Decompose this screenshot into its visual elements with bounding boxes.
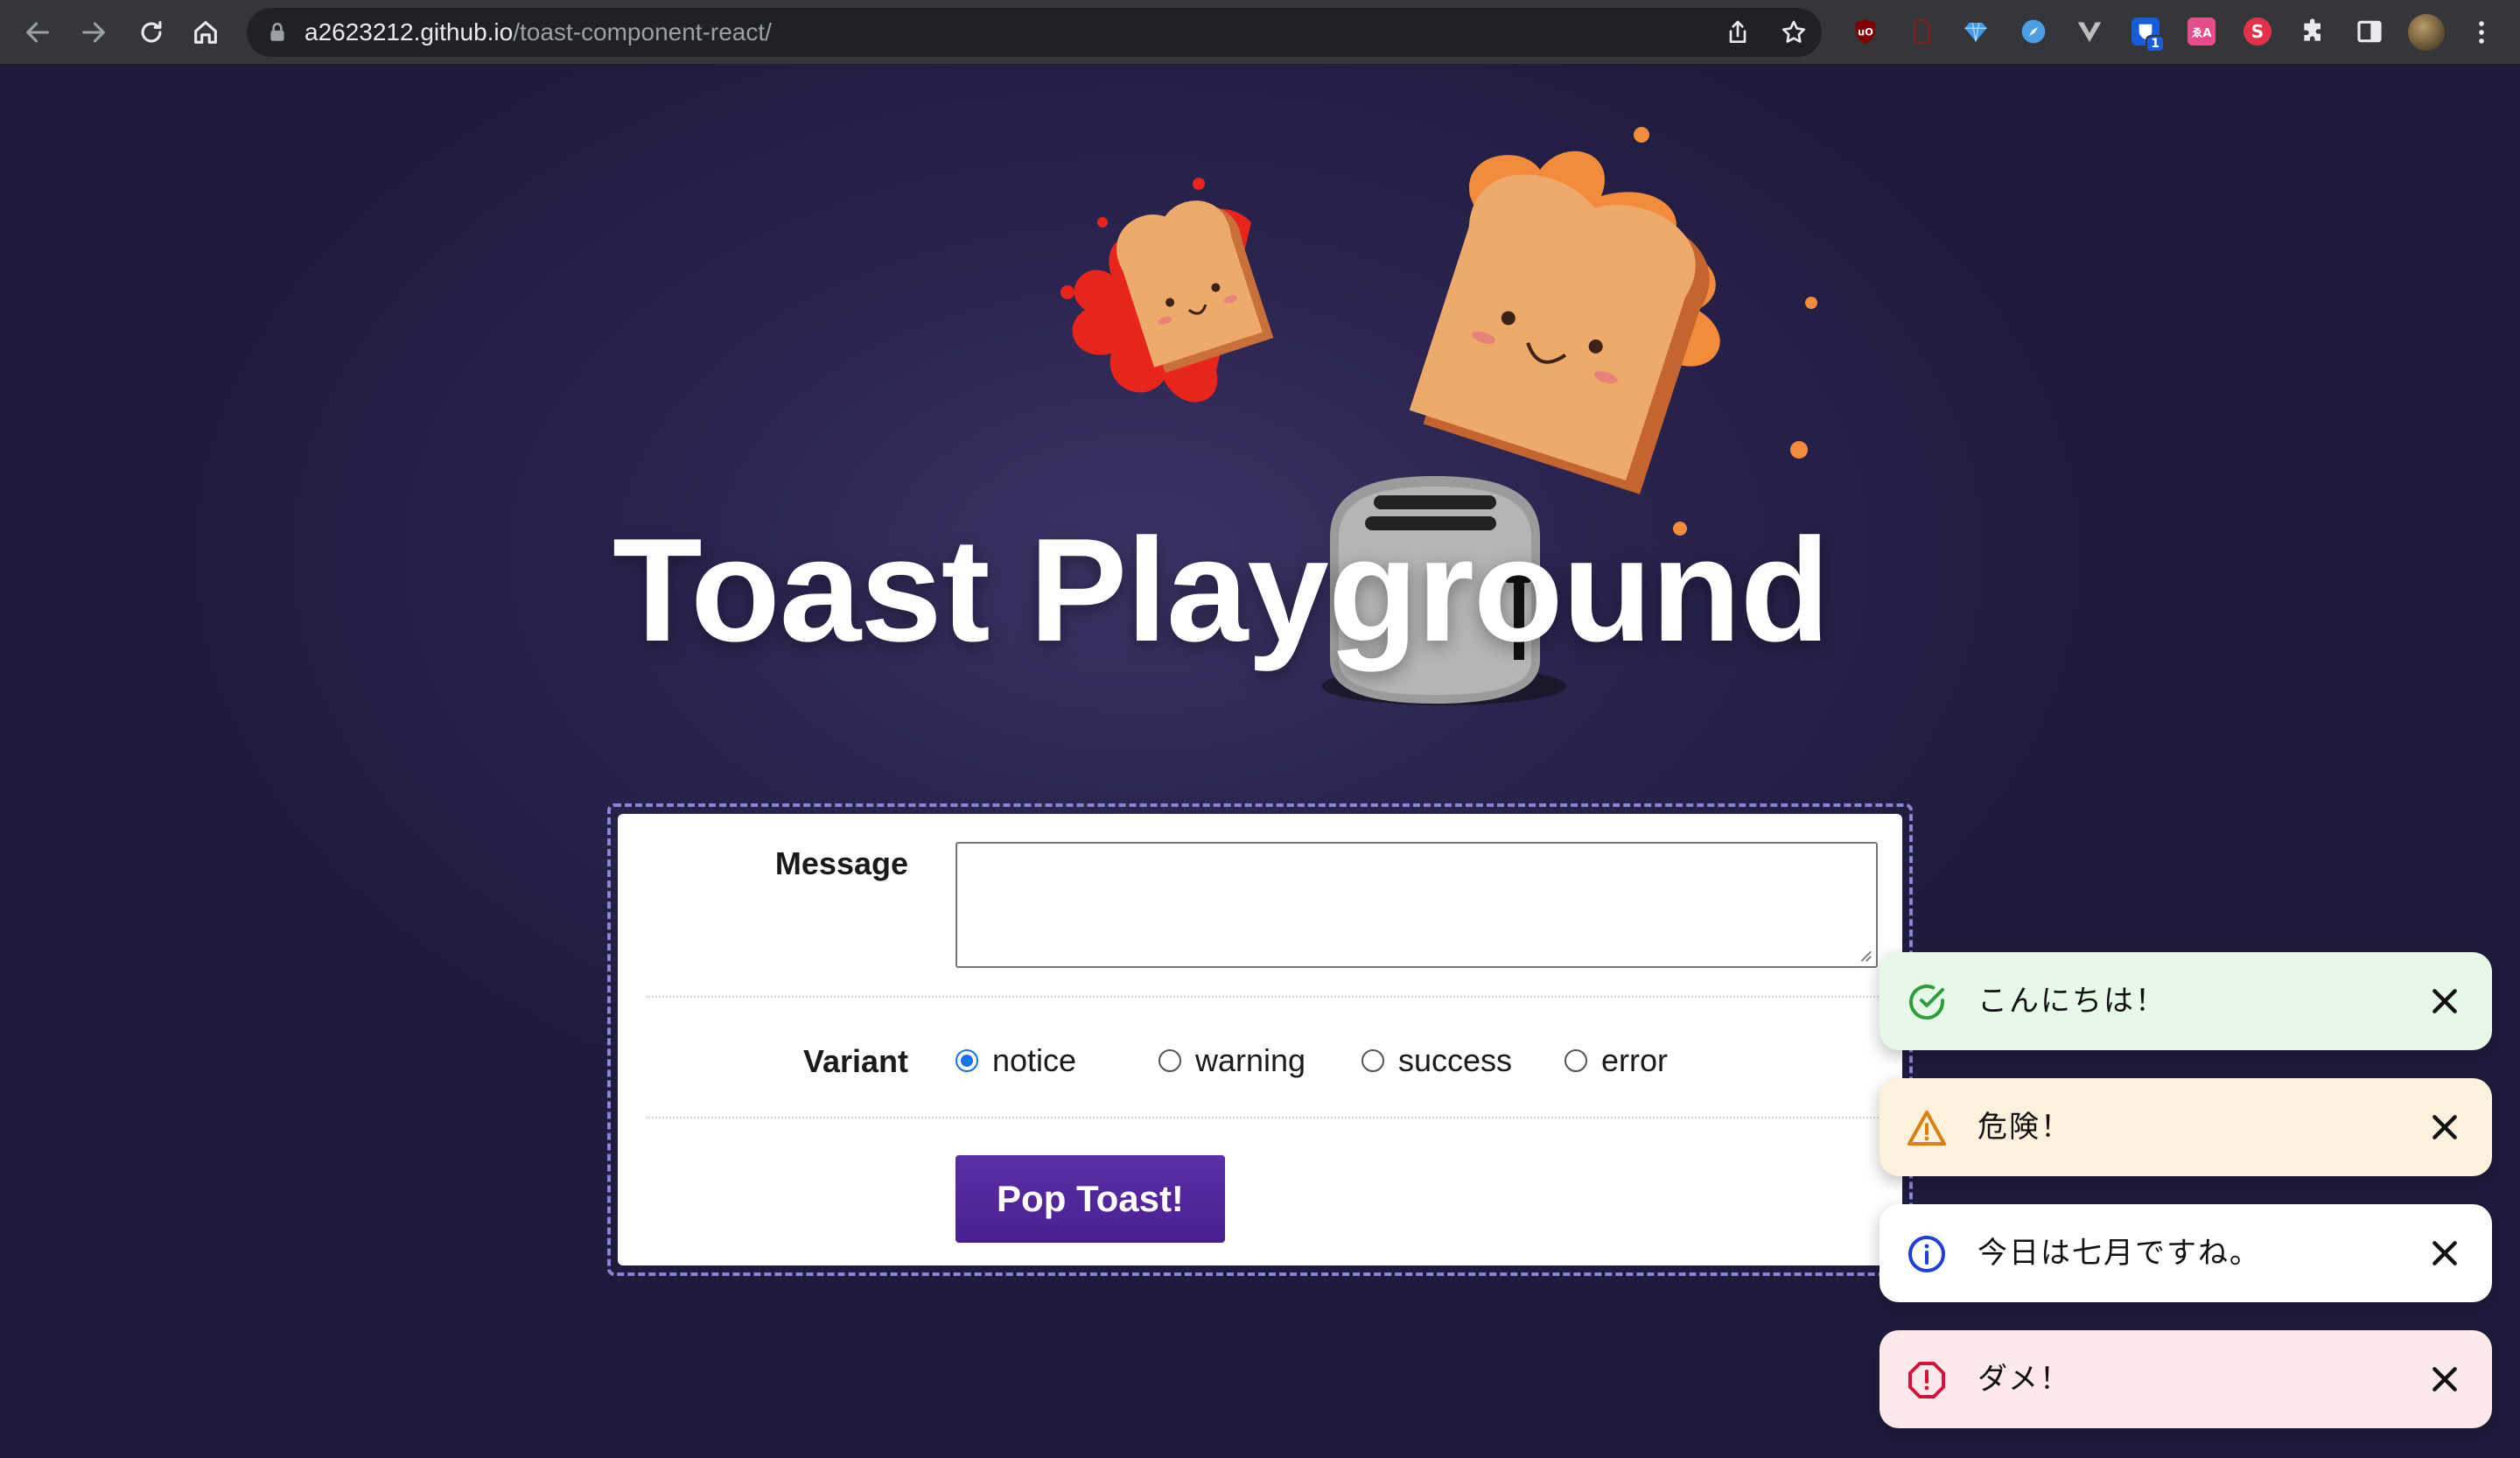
bitwarden-badge: 1 <box>2132 18 2165 53</box>
s-extension-icon[interactable]: S <box>2240 14 2275 49</box>
close-icon[interactable] <box>2427 1110 2462 1145</box>
variant-option-warning[interactable]: warning <box>1158 1042 1306 1079</box>
toast-message: ダメ！ <box>1978 1362 2071 1397</box>
side-panel-icon[interactable] <box>2352 14 2387 49</box>
url-host: a2623212.github.io <box>304 18 514 46</box>
info-circle-icon <box>1908 1236 1945 1272</box>
pdf-extension-icon[interactable] <box>1904 14 1939 49</box>
reload-icon <box>141 21 162 43</box>
translate-badge: ゑA <box>2188 18 2216 46</box>
toast-message: 危険！ <box>1978 1110 2072 1145</box>
shield-icon: uO <box>1855 18 1876 45</box>
warning-triangle-icon <box>1908 1111 1946 1146</box>
radio-warning[interactable] <box>1158 1049 1181 1072</box>
variant-option-notice[interactable]: notice <box>956 1042 1076 1079</box>
form-divider <box>646 996 1902 998</box>
address-bar[interactable]: a2623212.github.io/toast-component-react… <box>247 8 1822 57</box>
browser-toolbar: a2623212.github.io/toast-component-react… <box>0 0 2520 65</box>
check-circle-icon <box>1909 985 1944 1020</box>
big-toast-slice <box>1409 174 1710 494</box>
radio-label-success[interactable]: success <box>1398 1042 1512 1079</box>
radio-notice[interactable] <box>956 1049 978 1072</box>
toast-warning: 危険！ <box>1880 1078 2492 1176</box>
document-icon <box>1914 19 1930 44</box>
back-icon <box>26 22 49 43</box>
playground-card-outline: Message Variant notice warning success e… <box>607 803 1913 1276</box>
compass-icon <box>2021 19 2046 44</box>
lock-icon <box>270 22 284 41</box>
playground-form: Message Variant notice warning success e… <box>618 814 1902 1265</box>
radio-label-error[interactable]: error <box>1601 1042 1668 1079</box>
share-icon[interactable] <box>1724 18 1752 46</box>
vue-devtools-icon[interactable] <box>2072 14 2107 49</box>
v-logo-icon <box>2077 22 2102 42</box>
more-vertical-icon <box>2479 21 2484 44</box>
translate-extension-icon[interactable]: ゑA <box>2184 14 2219 49</box>
diamond-extension-icon[interactable] <box>1958 14 1993 49</box>
compass-extension-icon[interactable] <box>2016 14 2051 49</box>
variant-label: Variant <box>802 1043 908 1079</box>
toast-error: ダメ！ <box>1880 1330 2492 1428</box>
toast-message: こんにちは！ <box>1978 984 2166 1019</box>
profile-avatar[interactable] <box>2408 14 2445 51</box>
back-button[interactable] <box>14 9 61 56</box>
bitwarden-count-badge: 1 <box>2146 35 2165 53</box>
close-icon[interactable] <box>2427 1236 2462 1271</box>
variant-option-error[interactable]: error <box>1564 1042 1668 1079</box>
toast-message: 今日は七月ですね。 <box>1978 1236 2261 1271</box>
browser-menu-button[interactable] <box>2460 9 2502 56</box>
svg-text:uO: uO <box>1858 25 1873 38</box>
reload-button[interactable] <box>128 9 175 56</box>
forward-button[interactable] <box>70 9 117 56</box>
s-badge: S <box>2244 18 2272 46</box>
bookmark-star-icon[interactable] <box>1780 18 1808 46</box>
variant-option-success[interactable]: success <box>1362 1042 1512 1079</box>
close-icon[interactable] <box>2427 1362 2462 1397</box>
diamond-icon <box>1964 22 1987 42</box>
pop-toast-button[interactable]: Pop Toast! <box>956 1155 1225 1243</box>
puzzle-icon <box>2304 18 2320 41</box>
message-textarea[interactable] <box>956 842 1878 968</box>
panel-icon <box>2357 20 2382 43</box>
message-label: Message <box>774 845 908 881</box>
resize-grip-icon[interactable] <box>1857 947 1872 963</box>
page-title: Toast Playground <box>612 508 1830 672</box>
form-divider <box>646 1117 1902 1118</box>
forward-icon <box>82 22 105 43</box>
extensions-puzzle-icon[interactable] <box>2296 14 2331 49</box>
toast-success: こんにちは！ <box>1880 952 2492 1050</box>
bitwarden-icon[interactable]: 1 <box>2128 14 2165 53</box>
url-text: a2623212.github.io/toast-component-react… <box>304 18 772 46</box>
radio-error[interactable] <box>1564 1049 1587 1072</box>
page-body: Toast Playground Message Variant notice … <box>0 65 2520 1458</box>
radio-success[interactable] <box>1362 1049 1384 1072</box>
home-icon <box>194 21 217 44</box>
radio-label-warning[interactable]: warning <box>1195 1042 1306 1079</box>
alert-octagon-icon <box>1908 1362 1945 1398</box>
home-button[interactable] <box>182 9 229 56</box>
url-path: /toast-component-react/ <box>513 18 772 46</box>
close-icon[interactable] <box>2427 984 2462 1019</box>
radio-label-notice[interactable]: notice <box>992 1042 1076 1079</box>
ublock-origin-icon[interactable]: uO <box>1848 14 1883 49</box>
toast-notice: 今日は七月ですね。 <box>1880 1204 2492 1302</box>
